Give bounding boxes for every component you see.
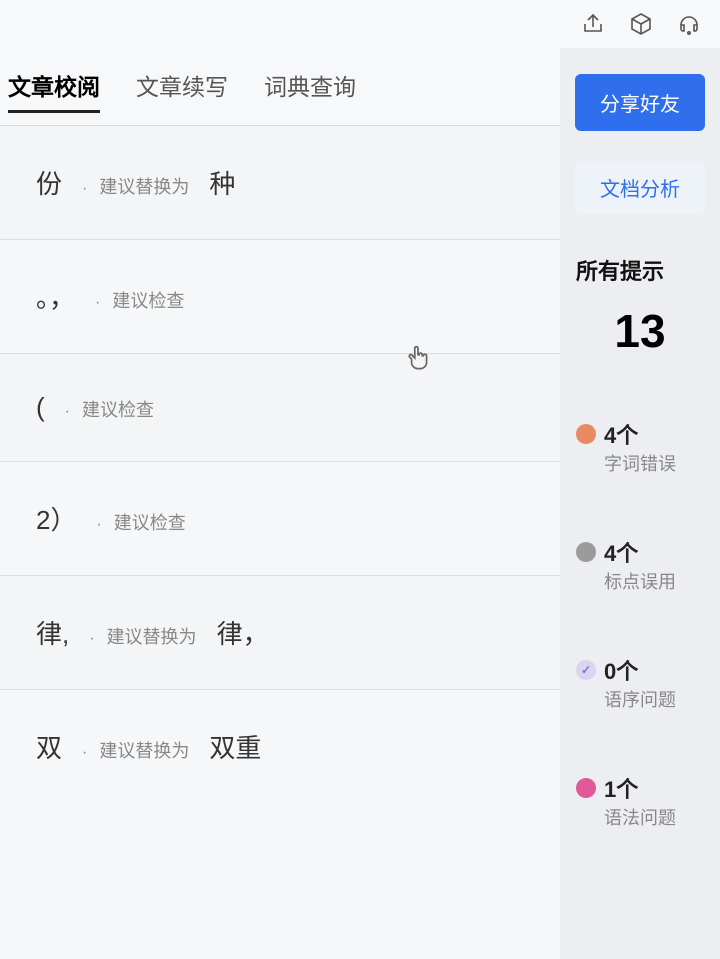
original-text: 双 bbox=[36, 728, 62, 765]
tab-dictionary[interactable]: 词典查询 bbox=[264, 68, 356, 113]
share-friends-button[interactable]: 分享好友 bbox=[575, 74, 705, 131]
suggestion-row[interactable]: 份 · 建议替换为 种 bbox=[0, 126, 560, 240]
tab-continue[interactable]: 文章续写 bbox=[136, 68, 228, 113]
hint-text: 建议替换为 bbox=[99, 173, 189, 199]
suggestion-row[interactable]: 律, · 建议替换为 律， bbox=[0, 576, 560, 690]
left-panel: 文章校阅 文章续写 词典查询 份 · 建议替换为 种 。， · 建议检查 ( ·… bbox=[0, 48, 560, 959]
category-item[interactable]: 1个 语法问题 bbox=[572, 772, 708, 830]
category-item[interactable]: 4个 标点误用 bbox=[572, 536, 708, 594]
category-count: 4个 bbox=[604, 418, 676, 450]
tab-proofread[interactable]: 文章校阅 bbox=[8, 68, 100, 113]
suggestion-list: 份 · 建议替换为 种 。， · 建议检查 ( · 建议检查 2） · 建议检查 bbox=[0, 126, 560, 785]
hint-text: 建议替换为 bbox=[107, 623, 197, 649]
category-count: 4个 bbox=[604, 536, 676, 568]
replacement-text: 种 bbox=[209, 164, 235, 201]
total-count: 13 bbox=[614, 304, 665, 358]
dot-icon bbox=[576, 542, 596, 562]
main-area: 文章校阅 文章续写 词典查询 份 · 建议替换为 种 。， · 建议检查 ( ·… bbox=[0, 48, 720, 959]
share-icon[interactable] bbox=[580, 11, 606, 37]
suggestion-row[interactable]: ( · 建议检查 bbox=[0, 354, 560, 462]
category-label: 语序问题 bbox=[604, 686, 676, 712]
dot-icon bbox=[576, 424, 596, 444]
dot-icon bbox=[576, 778, 596, 798]
original-text: 份 bbox=[36, 164, 62, 201]
top-toolbar bbox=[0, 0, 720, 48]
tab-bar: 文章校阅 文章续写 词典查询 bbox=[0, 48, 560, 126]
hint-text: 建议检查 bbox=[112, 287, 184, 313]
original-text: ( bbox=[36, 392, 45, 423]
category-label: 标点误用 bbox=[604, 568, 676, 594]
original-text: 。， bbox=[36, 278, 75, 315]
right-sidebar: 分享好友 文档分析 所有提示 13 4个 字词错误 4个 标点误用 ✓ bbox=[560, 48, 720, 959]
category-list: 4个 字词错误 4个 标点误用 ✓ 0个 语序问题 bbox=[572, 418, 708, 830]
all-hints-title: 所有提示 bbox=[572, 254, 664, 286]
category-count: 1个 bbox=[604, 772, 676, 804]
category-label: 语法问题 bbox=[604, 804, 676, 830]
category-item[interactable]: ✓ 0个 语序问题 bbox=[572, 654, 708, 712]
hint-text: 建议检查 bbox=[114, 509, 186, 535]
original-text: 2） bbox=[36, 500, 76, 537]
category-count: 0个 bbox=[604, 654, 676, 686]
hint-text: 建议替换为 bbox=[99, 737, 189, 763]
hint-text: 建议检查 bbox=[82, 396, 154, 422]
suggestion-row[interactable]: 2） · 建议检查 bbox=[0, 462, 560, 576]
replacement-text: 律， bbox=[217, 614, 269, 651]
cube-icon[interactable] bbox=[628, 11, 654, 37]
replacement-text: 双重 bbox=[209, 728, 261, 765]
document-analyze-button[interactable]: 文档分析 bbox=[575, 161, 705, 214]
category-label: 字词错误 bbox=[604, 450, 676, 476]
original-text: 律, bbox=[36, 614, 69, 651]
headset-icon[interactable] bbox=[676, 11, 702, 37]
suggestion-row[interactable]: 。， · 建议检查 bbox=[0, 240, 560, 354]
suggestion-row[interactable]: 双 · 建议替换为 双重 bbox=[0, 690, 560, 785]
category-item[interactable]: 4个 字词错误 bbox=[572, 418, 708, 476]
check-icon: ✓ bbox=[576, 660, 596, 680]
